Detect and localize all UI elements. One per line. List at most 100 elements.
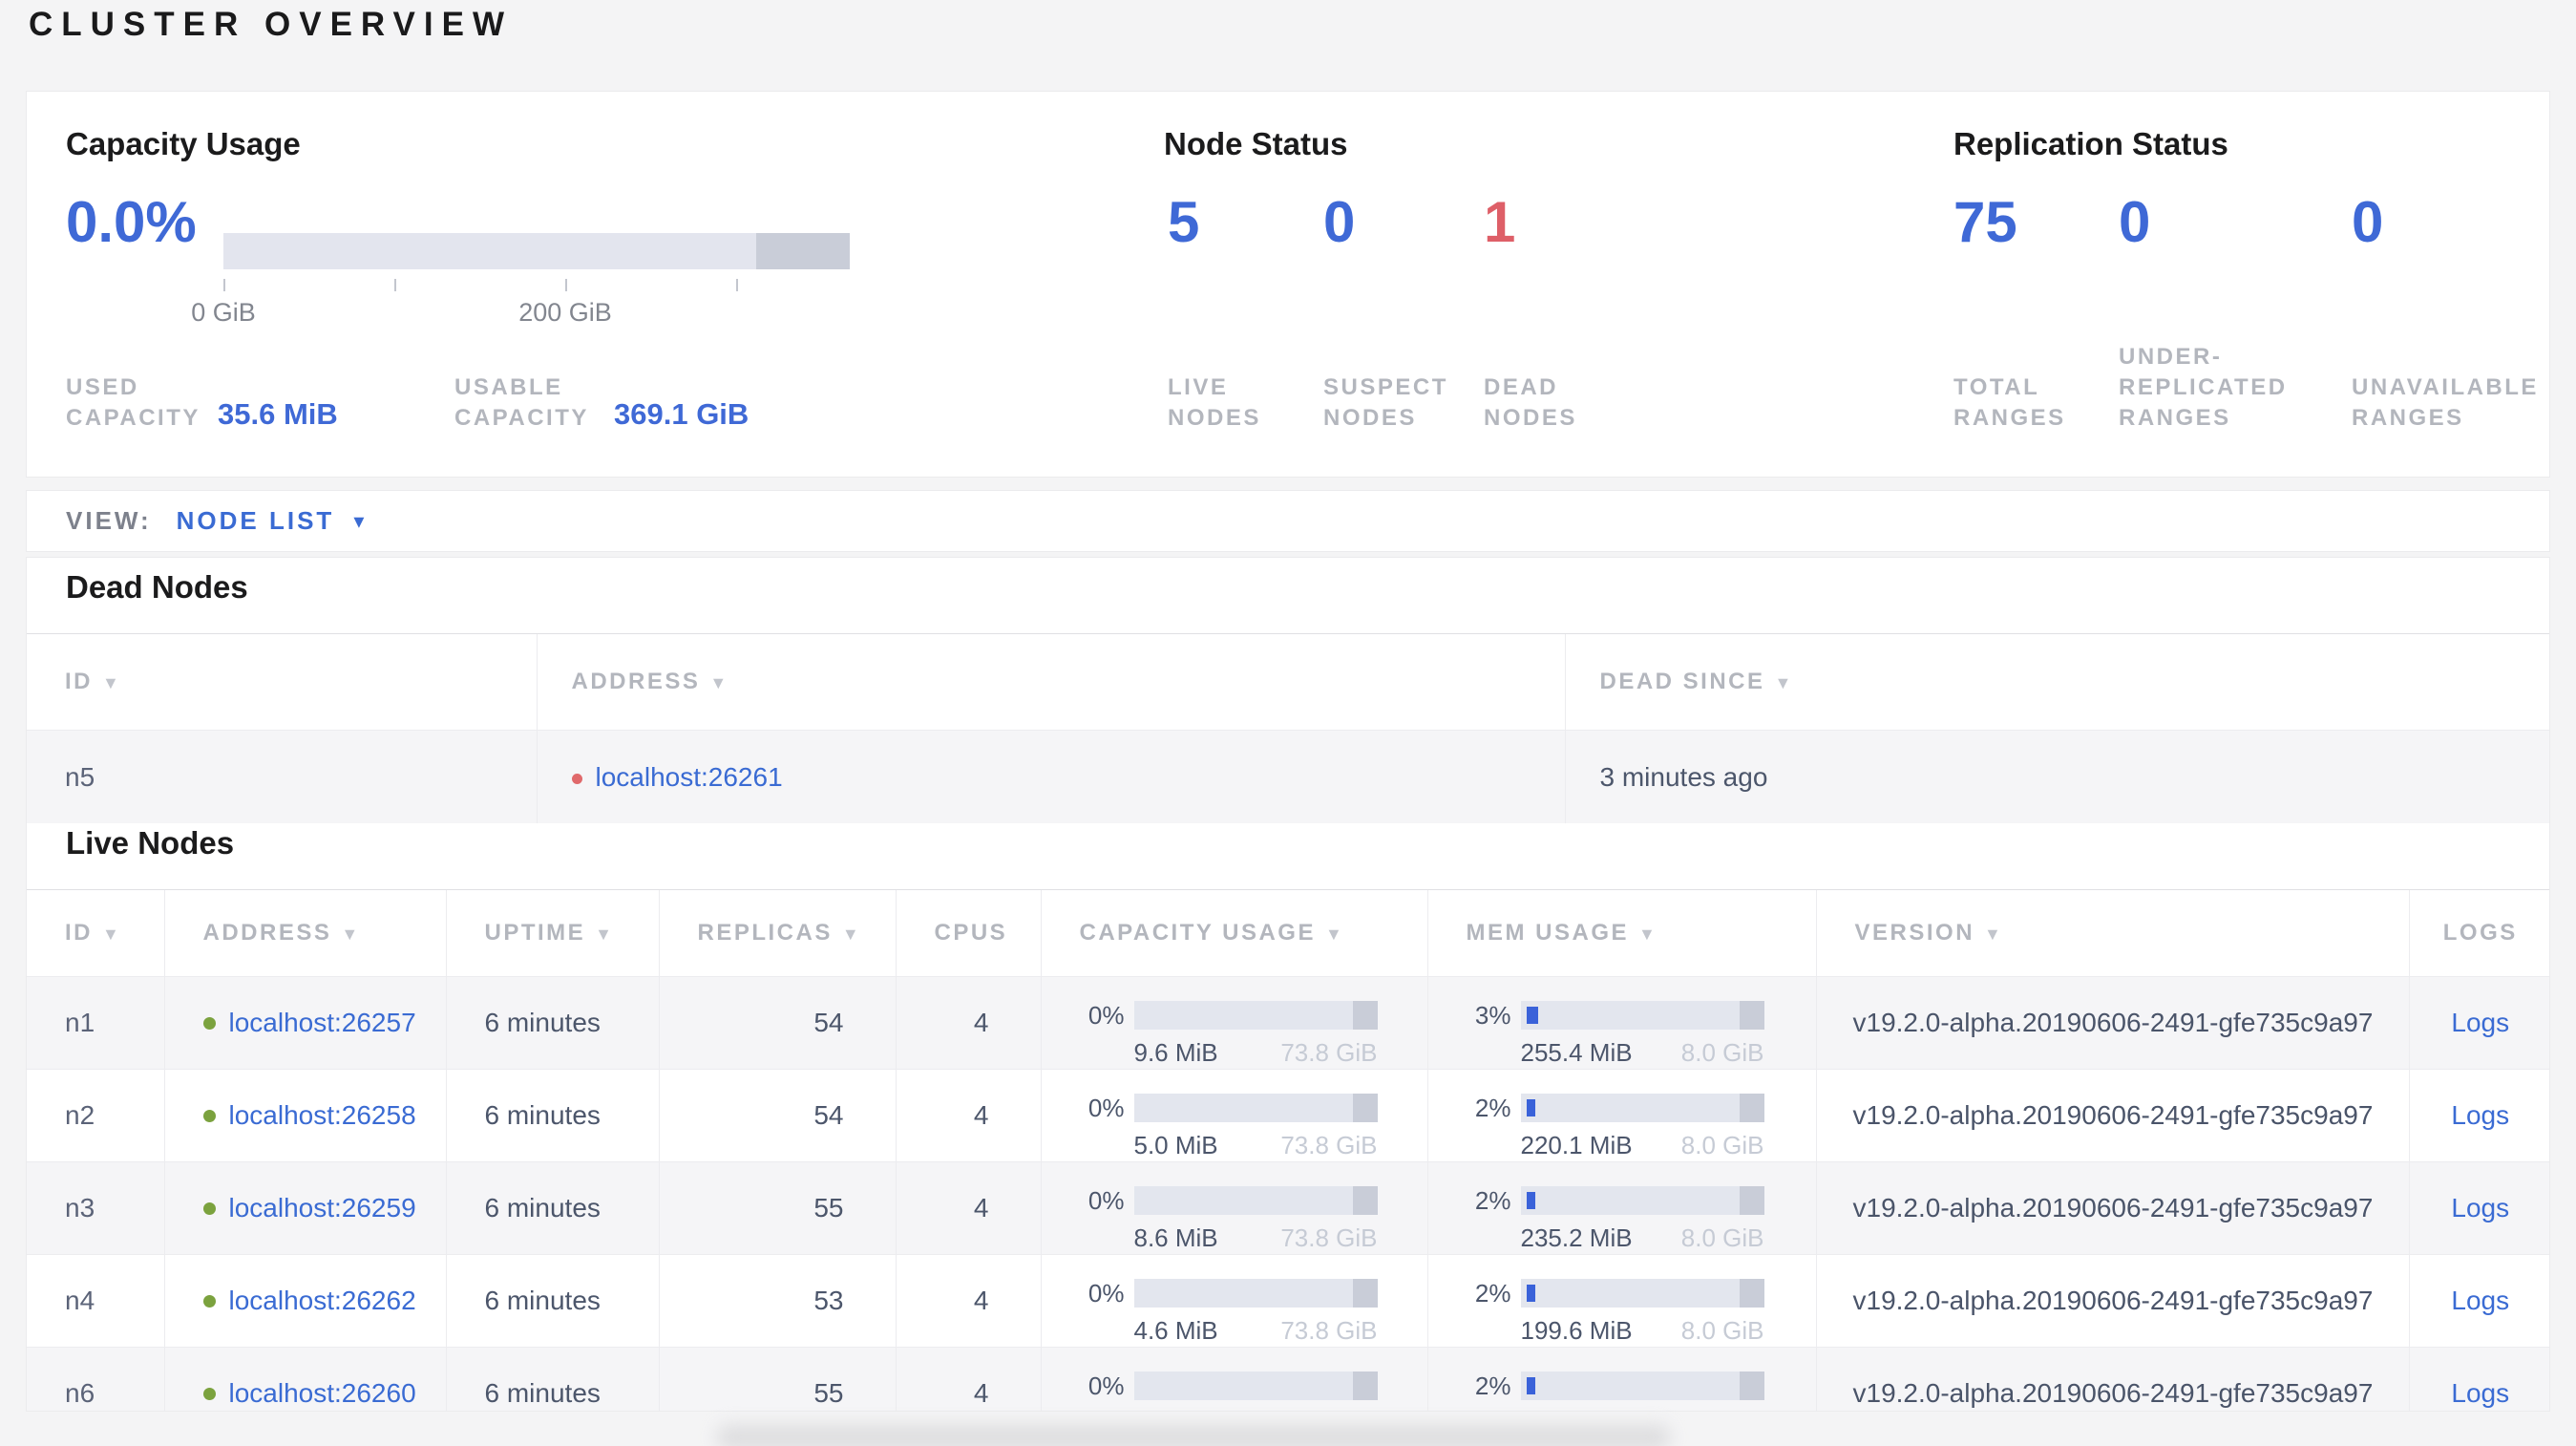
table-row: n6 localhost:26260 6 minutes 55 4 0% 7.8… [27,1347,2549,1411]
sort-arrow-icon: ▼ [1324,925,1345,944]
col-cpus[interactable]: CPUS [895,889,1041,977]
capacity-usage-bar [223,233,850,269]
dead-nodes-count: 1 [1484,190,1516,254]
usable-capacity-label: USABLE CAPACITY [454,374,589,431]
mem-usage-cell: 3% 255.4 MiB 8.0 GiB [1426,976,1816,1070]
node-uptime: 6 minutes [445,1347,659,1411]
table-row: n1 localhost:26257 6 minutes 54 4 0% 9.6… [27,976,2549,1070]
axis-tick [565,279,567,291]
node-address-cell: localhost:26258 [163,1069,446,1162]
page-title: CLUSTER OVERVIEW [29,6,514,43]
node-id: n4 [27,1254,164,1348]
dead-status-icon [571,773,582,784]
capacity-usage-title: Capacity Usage [66,126,301,161]
logs-link[interactable]: Logs [2451,1286,2509,1315]
view-bar: VIEW: NODE LIST ▾ [26,490,2550,552]
dead-col-id[interactable]: ID ▼ [27,633,537,731]
capacity-usage-cell: 0% 7.8 MiB73.8 GiB [1040,1347,1427,1411]
view-label: VIEW: [66,506,152,535]
node-address-cell: localhost:26261 [536,730,1565,823]
dead-col-address[interactable]: ADDRESS ▼ [536,633,1565,731]
col-mem-usage[interactable]: MEM USAGE ▼ [1426,889,1816,977]
node-cpus: 4 [895,976,1041,1070]
logs-link[interactable]: Logs [2451,1193,2509,1223]
node-uptime: 6 minutes [445,1069,659,1162]
under-replicated-label: UNDER- REPLICATED RANGES [2119,344,2288,431]
live-nodes-label: LIVE NODES [1168,374,1261,431]
live-status-icon [202,1017,216,1030]
node-address-link[interactable]: localhost:26260 [229,1378,416,1408]
node-cpus: 4 [895,1347,1041,1411]
view-selector[interactable]: NODE LIST [177,506,335,536]
node-address-link[interactable]: localhost:26262 [229,1286,416,1315]
node-version: v19.2.0-alpha.20190606-2491-gfe735c9a97 [1815,1161,2409,1255]
col-version[interactable]: VERSION ▼ [1815,889,2409,977]
node-id: n5 [27,730,537,823]
capacity-bar [1133,1372,1378,1400]
col-id[interactable]: ID ▼ [27,889,164,977]
dead-col-dead-since[interactable]: DEAD SINCE ▼ [1564,633,2549,731]
node-id: n2 [27,1069,164,1162]
mem-bar [1520,1186,1764,1215]
col-capacity-usage[interactable]: CAPACITY USAGE ▼ [1040,889,1427,977]
node-cpus: 4 [895,1069,1041,1162]
mem-usage-cell: 2% 225.5 MiB8.0 GiB [1426,1347,1816,1411]
capacity-reserved-segment [756,233,850,269]
cluster-summary-card: Capacity Usage 0.0% 0 GiB 200 GiB USED C… [26,91,2550,478]
capacity-percent: 0.0% [66,190,197,254]
sort-arrow-icon: ▼ [102,673,122,692]
node-uptime: 6 minutes [445,976,659,1070]
replication-status-title: Replication Status [1953,126,2228,161]
col-logs: LOGS [2408,889,2549,977]
dead-nodes-label: DEAD NODES [1484,374,1577,431]
sort-arrow-icon: ▼ [595,925,615,944]
node-cpus: 4 [895,1161,1041,1255]
node-address-link[interactable]: localhost:26258 [229,1100,416,1130]
sort-arrow-icon: ▼ [841,925,862,944]
mem-bar [1520,1279,1764,1308]
live-status-icon [202,1110,216,1122]
axis-tick [736,279,738,291]
suspect-nodes-label: SUSPECT NODES [1323,374,1448,431]
node-id: n1 [27,976,164,1070]
chevron-down-icon[interactable]: ▾ [353,509,364,534]
node-version: v19.2.0-alpha.20190606-2491-gfe735c9a97 [1815,976,2409,1070]
logs-link[interactable]: Logs [2451,1100,2509,1130]
cluster-overview-page: CLUSTER OVERVIEW Capacity Usage 0.0% 0 G… [0,0,2576,1446]
sort-arrow-icon: ▼ [102,925,122,944]
mem-bar [1520,1001,1764,1030]
capacity-bar [1133,1186,1378,1215]
capacity-usage-cell: 0% 8.6 MiB 73.8 GiB [1040,1161,1427,1255]
table-header-row: ID ▼ ADDRESS ▼ UPTIME ▼ REPLICAS ▼ CPUS CAPA… [27,889,2549,977]
node-address-cell: localhost:26259 [163,1161,446,1255]
unavailable-count: 0 [2352,190,2384,254]
col-uptime[interactable]: UPTIME ▼ [445,889,659,977]
capacity-bar [1133,1094,1378,1122]
logs-link[interactable]: Logs [2451,1008,2509,1037]
dead-since: 3 minutes ago [1564,730,2549,823]
node-status-title: Node Status [1164,126,1348,161]
capacity-bar [1133,1279,1378,1308]
node-replicas: 55 [658,1347,896,1411]
mem-bar [1520,1372,1764,1400]
col-replicas[interactable]: REPLICAS ▼ [658,889,896,977]
total-ranges-count: 75 [1953,190,2017,254]
node-version: v19.2.0-alpha.20190606-2491-gfe735c9a97 [1815,1069,2409,1162]
node-address-link[interactable]: localhost:26261 [596,762,783,792]
logs-link[interactable]: Logs [2451,1378,2509,1408]
col-address[interactable]: ADDRESS ▼ [163,889,446,977]
node-address-cell: localhost:26260 [163,1347,446,1411]
total-ranges-label: TOTAL RANGES [1953,374,2066,431]
mem-usage-cell: 2% 220.1 MiB 8.0 GiB [1426,1069,1816,1162]
node-uptime: 6 minutes [445,1254,659,1348]
live-status-icon [202,1388,216,1400]
node-id: n6 [27,1347,164,1411]
node-address-link[interactable]: localhost:26257 [229,1008,416,1037]
dead-nodes-table: ID ▼ ADDRESS ▼ DEAD SINCE ▼ n5 localhost:26… [27,633,2549,823]
node-address-link[interactable]: localhost:26259 [229,1193,416,1223]
sort-arrow-icon: ▼ [341,925,361,944]
sort-arrow-icon: ▼ [1984,925,2004,944]
node-version: v19.2.0-alpha.20190606-2491-gfe735c9a97 [1815,1347,2409,1411]
used-capacity-value: 35.6 MiB [218,397,338,431]
node-replicas: 55 [658,1161,896,1255]
